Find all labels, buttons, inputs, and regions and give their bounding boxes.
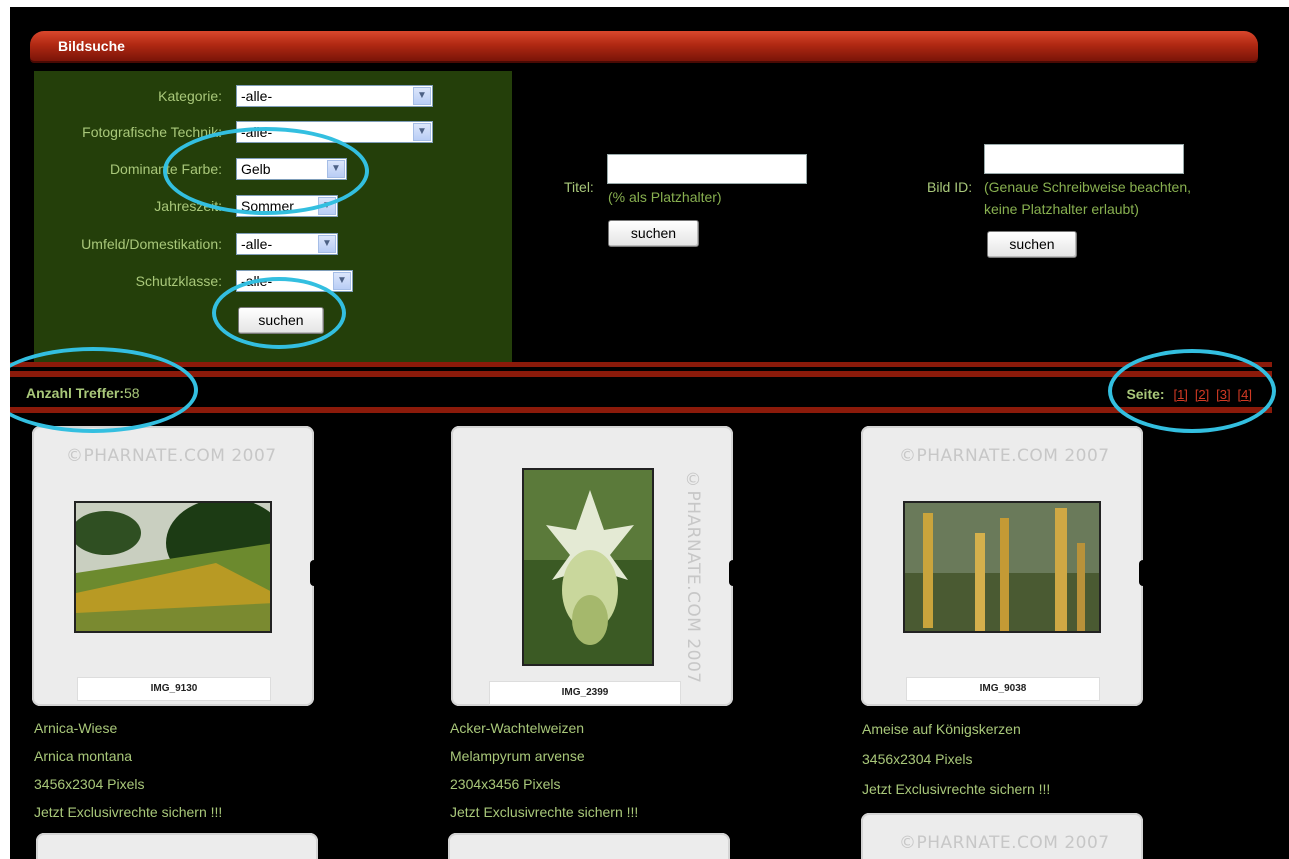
watermark-text-vertical: ©PHARNATE.COM 2007: [683, 470, 703, 684]
watermark-text: ©PHARNATE.COM 2007: [899, 446, 1110, 466]
image-info-1: Arnica-Wiese Arnica montana 3456x2304 Pi…: [34, 714, 222, 826]
id-search-hint-1: (Genaue Schreibweise beachten,: [984, 179, 1192, 195]
slide-notch: [1139, 560, 1147, 586]
image-caption-3: IMG_9038: [906, 677, 1100, 701]
select-umfeld[interactable]: -alle- ▼: [236, 233, 338, 255]
image-title-3[interactable]: Ameise auf Königskerzen: [862, 714, 1050, 744]
select-jahreszeit-value: Sommer: [241, 198, 294, 214]
panel-titlebar: Bildsuche: [30, 31, 1258, 61]
id-search-button[interactable]: suchen: [987, 231, 1077, 258]
image-caption-2: IMG_2399: [489, 681, 681, 705]
divider-top-2: [10, 371, 1272, 377]
select-kategorie[interactable]: -alle- ▼: [236, 85, 433, 107]
thumbnail-arnica[interactable]: [74, 501, 272, 633]
exclusive-rights-link-1[interactable]: Jetzt Exclusivrechte sichern !!!: [34, 798, 222, 826]
filter-search-box: Kategorie: -alle- ▼ Fotografische Techni…: [34, 71, 512, 365]
filter-label-farbe: Dominante Farbe:: [109, 161, 222, 177]
watermark-text: ©PHARNATE.COM 2007: [899, 833, 1110, 853]
image-slide-6[interactable]: ©PHARNATE.COM 2007: [861, 813, 1143, 859]
image-title-2[interactable]: Acker-Wachtelweizen: [450, 714, 638, 742]
filter-label-jahreszeit: Jahreszeit:: [154, 198, 222, 214]
page-link-4[interactable]: [4]: [1238, 387, 1252, 402]
chevron-down-icon: ▼: [413, 123, 431, 141]
result-count-value: 58: [124, 385, 140, 401]
slide-notch: [729, 560, 737, 586]
image-caption-1: IMG_9130: [77, 677, 271, 701]
image-info-3: Ameise auf Königskerzen 3456x2304 Pixels…: [862, 714, 1050, 804]
exclusive-rights-link-2[interactable]: Jetzt Exclusivrechte sichern !!!: [450, 798, 638, 826]
divider-bottom: [10, 407, 1272, 413]
image-slide-2[interactable]: ©PHARNATE.COM 2007 IMG_2399: [451, 426, 737, 706]
watermark-text: ©PHARNATE.COM 2007: [66, 446, 277, 466]
pager-label: Seite:: [1126, 386, 1165, 402]
image-slide-1[interactable]: ©PHARNATE.COM 2007 IMG_9130: [32, 426, 318, 706]
id-search-label: Bild ID:: [927, 179, 973, 195]
thumbnail-koenigskerzen[interactable]: [903, 501, 1101, 633]
image-size-1: 3456x2304 Pixels: [34, 776, 145, 792]
page-frame: Bildsuche Kategorie: -alle- ▼ Fotografis…: [10, 7, 1289, 859]
title-search-hint: (% als Platzhalter): [608, 189, 722, 205]
select-farbe-value: Gelb: [241, 161, 271, 177]
select-schutzklasse[interactable]: -alle- ▼: [236, 270, 353, 292]
image-slide-4[interactable]: [36, 833, 318, 859]
chevron-down-icon: ▼: [318, 235, 336, 253]
pager: Seite: [1] [2] [3] [4]: [1126, 386, 1252, 402]
chevron-down-icon: ▼: [327, 160, 345, 178]
chevron-down-icon: ▼: [333, 272, 351, 290]
image-info-2: Acker-Wachtelweizen Melampyrum arvense 2…: [450, 714, 638, 826]
page-link-3[interactable]: [3]: [1216, 387, 1230, 402]
page-link-2[interactable]: [2]: [1195, 387, 1209, 402]
chevron-down-icon: ▼: [318, 197, 336, 215]
id-search-hint-2: keine Platzhalter erlaubt): [984, 201, 1139, 217]
result-count-label: Anzahl Treffer:: [26, 385, 125, 401]
thumbnail-wachtelweizen[interactable]: [522, 468, 654, 666]
select-umfeld-value: -alle-: [241, 236, 273, 252]
result-count: Anzahl Treffer:58: [26, 385, 140, 401]
title-search-button[interactable]: suchen: [608, 220, 699, 247]
select-schutzklasse-value: -alle-: [241, 273, 273, 289]
divider-top: [10, 362, 1272, 367]
panel-title: Bildsuche: [58, 38, 125, 54]
page-link-1[interactable]: [1]: [1173, 387, 1187, 402]
filter-label-umfeld: Umfeld/Domestikation:: [81, 236, 222, 252]
image-title-1[interactable]: Arnica-Wiese: [34, 714, 222, 742]
filter-search-button[interactable]: suchen: [238, 307, 324, 334]
select-jahreszeit[interactable]: Sommer ▼: [236, 195, 338, 217]
select-technik-value: -alle-: [241, 124, 273, 140]
select-technik[interactable]: -alle- ▼: [236, 121, 433, 143]
filter-label-technik: Fotografische Technik:: [82, 124, 222, 140]
image-latin-1: Arnica montana: [34, 748, 133, 764]
filter-label-schutzklasse: Schutzklasse:: [135, 273, 222, 289]
select-farbe[interactable]: Gelb ▼: [236, 158, 347, 180]
image-latin-2: Melampyrum arvense: [450, 748, 585, 764]
filter-label-kategorie: Kategorie:: [158, 88, 222, 104]
title-search-label: Titel:: [564, 179, 594, 195]
slide-notch: [310, 560, 318, 586]
select-kategorie-value: -alle-: [241, 88, 273, 104]
exclusive-rights-link-3[interactable]: Jetzt Exclusivrechte sichern !!!: [862, 774, 1050, 804]
image-slide-5[interactable]: [448, 833, 730, 859]
image-size-3: 3456x2304 Pixels: [862, 751, 973, 767]
chevron-down-icon: ▼: [413, 87, 431, 105]
image-slide-3[interactable]: ©PHARNATE.COM 2007 IMG_9038: [861, 426, 1147, 706]
id-search-input[interactable]: [984, 144, 1184, 174]
title-search-input[interactable]: [607, 154, 807, 184]
image-size-2: 2304x3456 Pixels: [450, 776, 561, 792]
